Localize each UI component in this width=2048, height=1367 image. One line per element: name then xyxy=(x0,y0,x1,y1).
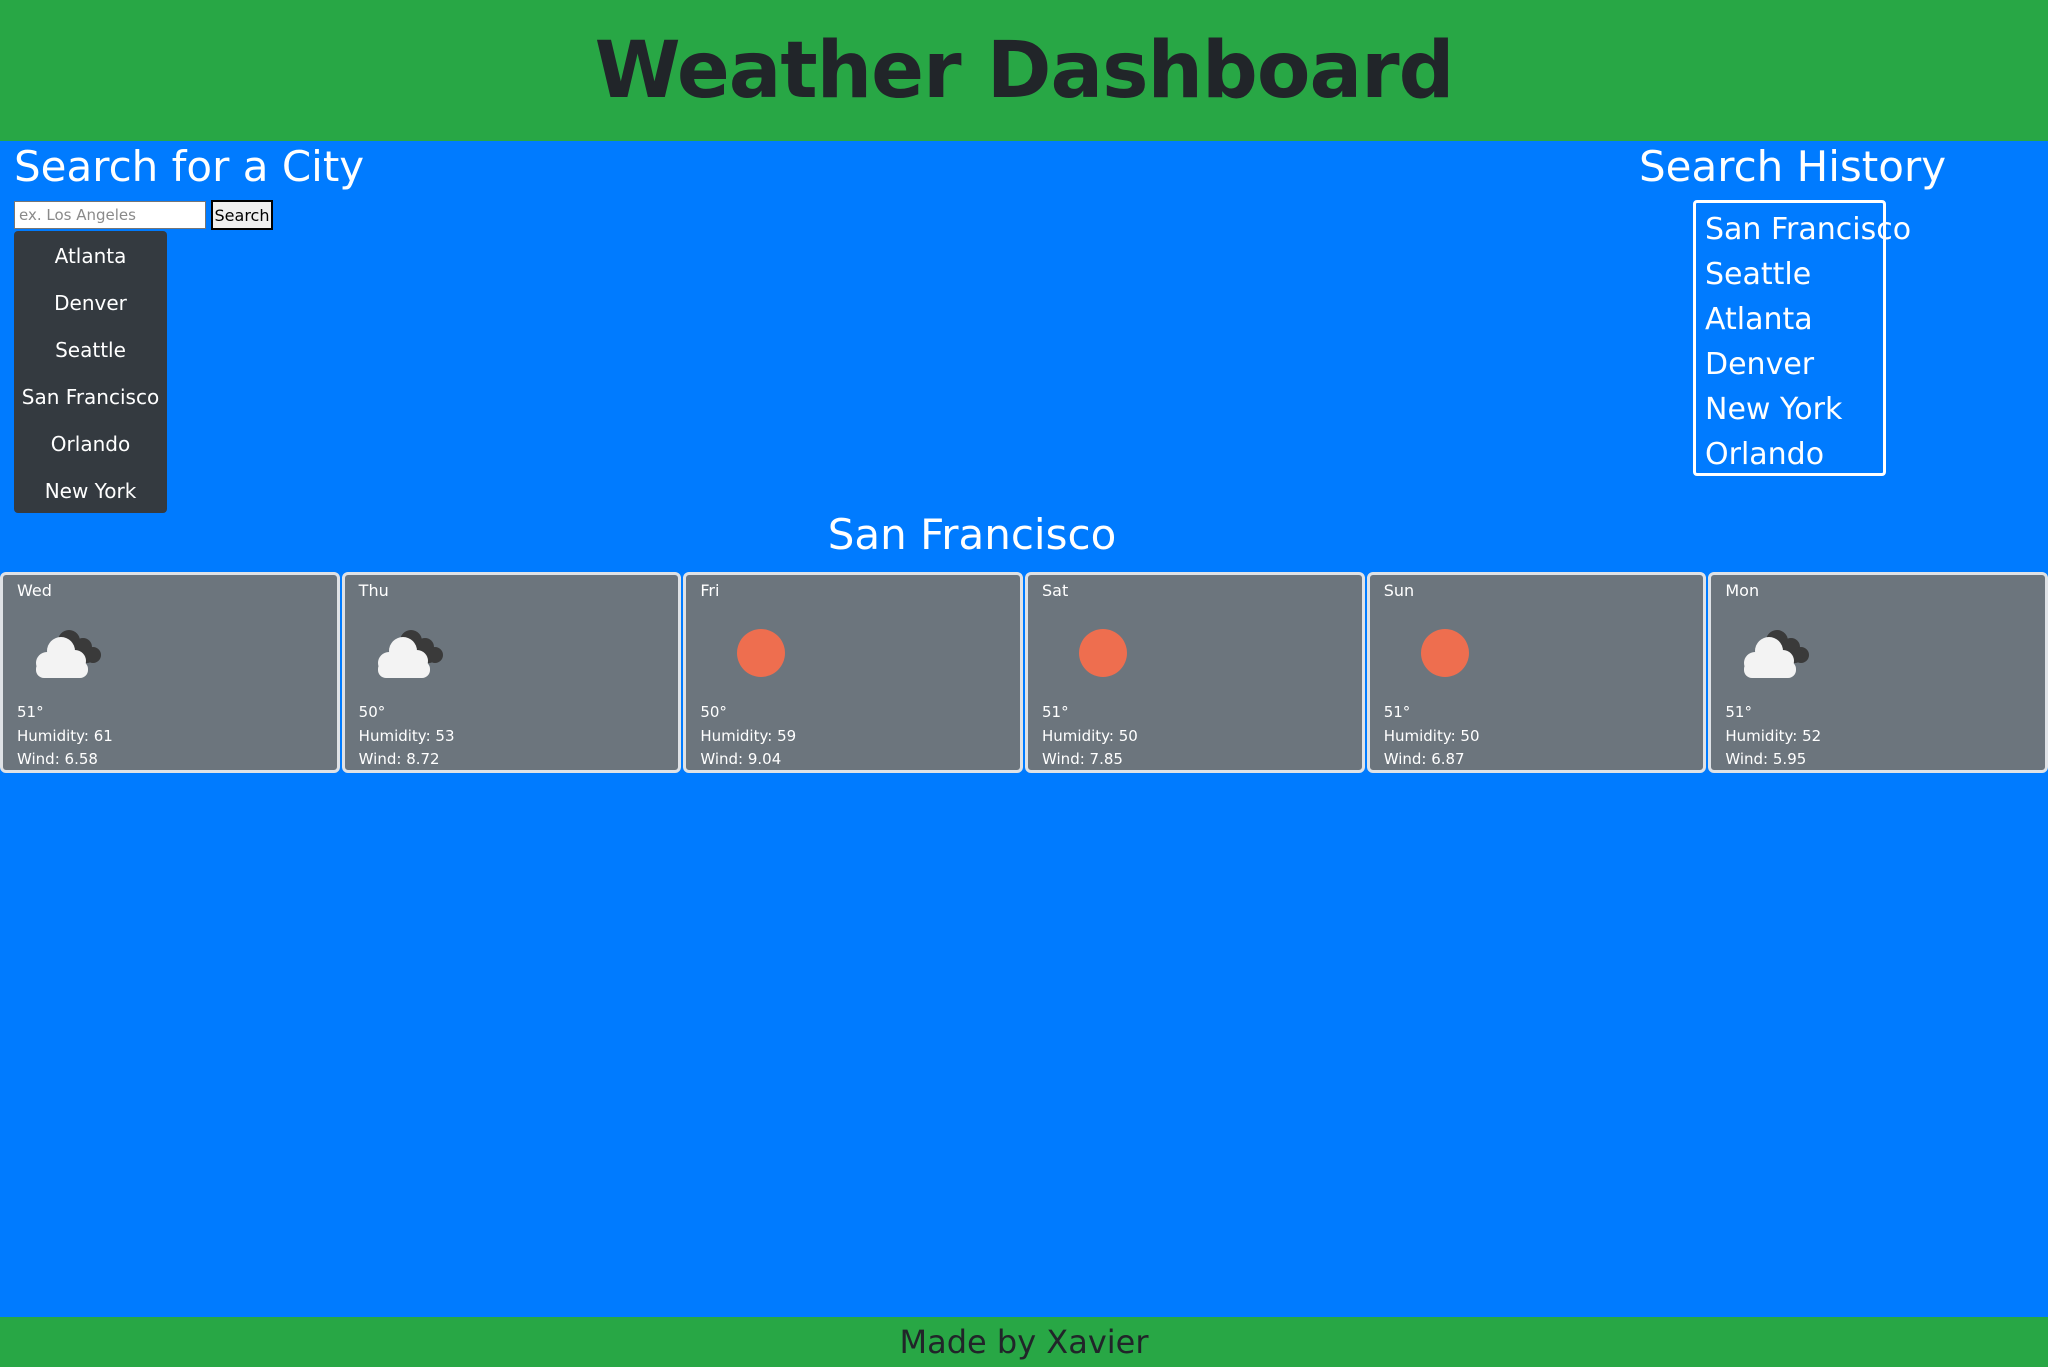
city-item-atlanta[interactable]: Atlanta xyxy=(14,233,167,280)
forecast-wind: Wind: 7.85 xyxy=(1042,750,1123,768)
forecast-day: Sun xyxy=(1383,581,1415,600)
city-item-denver[interactable]: Denver xyxy=(14,280,167,327)
forecast-humidity: Humidity: 53 xyxy=(358,727,455,745)
search-title: Search for a City xyxy=(14,142,365,191)
forecast-card: Sun 51° Humidity: 50 Wind: 6.87 xyxy=(1366,572,1707,773)
forecast-day: Sat xyxy=(1042,581,1069,600)
cloudy-icon xyxy=(31,625,107,685)
forecast-wind: Wind: 6.58 xyxy=(17,750,98,768)
search-history-list: San Francisco Seattle Atlanta Denver New… xyxy=(1693,200,1911,477)
sun-icon xyxy=(1056,625,1132,685)
forecast-humidity: Humidity: 59 xyxy=(700,727,797,745)
forecast-day: Mon xyxy=(1725,581,1760,600)
city-item-orlando[interactable]: Orlando xyxy=(14,421,167,468)
page-title: Weather Dashboard xyxy=(594,25,1455,116)
cloudy-icon xyxy=(1739,625,1815,685)
sun-shape xyxy=(737,629,786,677)
footer-text: Made by Xavier xyxy=(899,1323,1149,1361)
search-input[interactable] xyxy=(14,201,206,229)
forecast-day: Fri xyxy=(700,581,720,600)
forecast-day: Thu xyxy=(358,581,389,600)
forecast-humidity: Humidity: 52 xyxy=(1725,727,1822,745)
forecast-temp: 51° xyxy=(1042,703,1069,721)
forecast-temp: 51° xyxy=(1725,703,1752,721)
forecast-card: Sat 51° Humidity: 50 Wind: 7.85 xyxy=(1025,572,1365,773)
forecast-humidity: Humidity: 50 xyxy=(1383,727,1480,745)
city-list: Atlanta Denver Seattle San Francisco Orl… xyxy=(14,231,167,513)
header: Weather Dashboard xyxy=(0,0,2048,141)
sun-shape xyxy=(1420,629,1469,677)
history-item-new-york[interactable]: New York xyxy=(1696,387,1883,432)
history-item-denver[interactable]: Denver xyxy=(1696,342,1883,387)
city-item-seattle[interactable]: Seattle xyxy=(14,327,167,374)
forecast-humidity: Humidity: 50 xyxy=(1042,727,1138,745)
city-item-san-francisco[interactable]: San Francisco xyxy=(14,374,167,421)
forecast-wind: Wind: 6.87 xyxy=(1383,750,1465,768)
forecast-humidity: Humidity: 61 xyxy=(17,727,113,745)
forecast-wind: Wind: 9.04 xyxy=(700,750,782,768)
forecast-temp: 51° xyxy=(1383,703,1411,721)
forecast-card: Mon 51° Humidity: 52 Wind: 5.95 xyxy=(1708,572,2048,773)
history-title: Search History xyxy=(1639,142,1947,191)
sun-icon xyxy=(1398,625,1474,685)
cloudy-icon xyxy=(373,625,449,685)
sun-shape xyxy=(1079,629,1128,677)
history-item-orlando[interactable]: Orlando xyxy=(1696,432,1883,477)
search-button[interactable]: Search xyxy=(211,200,273,230)
forecast-temp: 51° xyxy=(17,703,44,721)
history-item-seattle[interactable]: Seattle xyxy=(1696,252,1883,297)
sun-icon xyxy=(714,625,790,685)
search-form: Search xyxy=(14,200,273,230)
forecast-row: Wed 51° Humidity: 61 Wind: 6.58 Thu 50° … xyxy=(0,572,2048,773)
forecast-card: Wed 51° Humidity: 61 Wind: 6.58 xyxy=(0,572,340,773)
forecast-wind: Wind: 5.95 xyxy=(1725,750,1807,768)
footer: Made by Xavier xyxy=(0,1317,2048,1367)
current-city-heading: San Francisco xyxy=(827,510,1117,559)
forecast-wind: Wind: 8.72 xyxy=(358,750,440,768)
history-item-atlanta[interactable]: Atlanta xyxy=(1696,297,1883,342)
history-item-san-francisco[interactable]: San Francisco xyxy=(1696,207,1911,252)
forecast-day: Wed xyxy=(17,581,52,600)
forecast-temp: 50° xyxy=(700,703,727,721)
city-item-new-york[interactable]: New York xyxy=(14,468,167,515)
forecast-temp: 50° xyxy=(358,703,386,721)
forecast-card: Thu 50° Humidity: 53 Wind: 8.72 xyxy=(341,572,682,773)
forecast-card: Fri 50° Humidity: 59 Wind: 9.04 xyxy=(683,572,1024,773)
